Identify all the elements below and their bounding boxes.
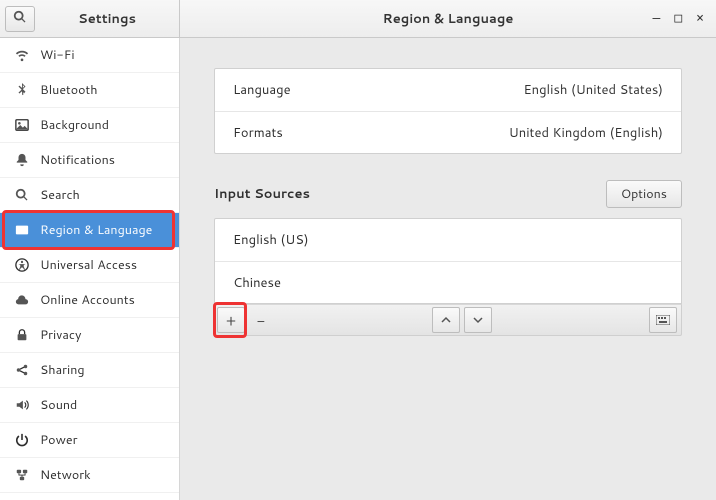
input-sources-toolbar: + −	[214, 304, 682, 336]
app-title: Settings	[35, 10, 179, 28]
add-input-source-button[interactable]: +	[217, 307, 245, 333]
wifi-icon	[14, 48, 30, 62]
sidebar-item-online-accounts[interactable]: Online Accounts	[0, 283, 179, 318]
formats-label: Formats	[233, 124, 283, 142]
sidebar-item-label: Power	[40, 431, 77, 449]
headerbar: Settings Region & Language – □ ×	[0, 0, 716, 38]
sidebar-item-label: Universal Access	[40, 256, 137, 274]
maximize-button[interactable]: □	[674, 11, 682, 26]
headerbar-left: Settings	[0, 0, 180, 37]
flag-icon	[14, 223, 30, 237]
sidebar-item-label: Search	[40, 186, 80, 204]
sidebar-item-label: Privacy	[40, 326, 81, 344]
network-icon	[14, 468, 30, 482]
input-sources-list: English (US)Chinese	[214, 218, 682, 304]
sidebar-item-label: Network	[40, 466, 91, 484]
input-sources-heading: Input Sources	[214, 185, 310, 203]
move-down-button[interactable]	[464, 307, 492, 333]
language-value: English (United States)	[523, 81, 663, 99]
sidebar-item-label: Online Accounts	[40, 291, 135, 309]
headerbar-right: Region & Language – □ ×	[180, 0, 716, 37]
share-icon	[14, 363, 30, 377]
sidebar-item-label: Wi-Fi	[40, 46, 75, 64]
sidebar-item-sharing[interactable]: Sharing	[0, 353, 179, 388]
sidebar-item-wi-fi[interactable]: Wi-Fi	[0, 38, 179, 73]
chevron-up-icon	[441, 315, 451, 325]
keyboard-layout-button[interactable]	[649, 307, 677, 333]
sound-icon	[14, 398, 30, 412]
language-label: Language	[233, 81, 291, 99]
accessibility-icon	[14, 258, 30, 272]
sidebar: Wi-Fi Bluetooth Background Notifications Sea…	[0, 38, 180, 500]
input-source-item[interactable]: Chinese	[215, 261, 681, 303]
chevron-down-icon	[473, 315, 483, 325]
sidebar-item-label: Region & Language	[40, 221, 152, 239]
panel-title: Region & Language	[180, 10, 716, 28]
row-language[interactable]: Language English (United States)	[215, 69, 681, 111]
sidebar-item-label: Notifications	[40, 151, 115, 169]
sidebar-item-privacy[interactable]: Privacy	[0, 318, 179, 353]
sidebar-item-label: Bluetooth	[40, 81, 98, 99]
keyboard-icon	[656, 315, 670, 325]
sidebar-item-label: Sharing	[40, 361, 85, 379]
sidebar-item-region-language[interactable]: Region & Language	[0, 213, 179, 248]
background-icon	[14, 118, 30, 132]
power-icon	[14, 433, 30, 447]
sidebar-item-bluetooth[interactable]: Bluetooth	[0, 73, 179, 108]
minimize-button[interactable]: –	[653, 11, 661, 26]
content: Language English (United States) Formats…	[180, 38, 716, 500]
options-button[interactable]: Options	[606, 180, 682, 208]
lock-icon	[14, 328, 30, 342]
sidebar-item-notifications[interactable]: Notifications	[0, 143, 179, 178]
remove-input-source-button[interactable]: −	[247, 307, 275, 333]
sidebar-item-label: Sound	[40, 396, 77, 414]
search-button[interactable]	[5, 6, 35, 32]
panel-language-formats: Language English (United States) Formats…	[214, 68, 682, 154]
search-icon	[13, 7, 27, 30]
section-header-input-sources: Input Sources Options	[214, 180, 682, 208]
bluetooth-icon	[14, 83, 30, 97]
sidebar-item-search[interactable]: Search	[0, 178, 179, 213]
sidebar-item-label: Background	[40, 116, 109, 134]
bell-icon	[14, 153, 30, 167]
sidebar-item-sound[interactable]: Sound	[0, 388, 179, 423]
cloud-icon	[14, 293, 30, 307]
search-icon	[14, 188, 30, 202]
sidebar-item-network[interactable]: Network	[0, 458, 179, 493]
sidebar-item-power[interactable]: Power	[0, 423, 179, 458]
move-up-button[interactable]	[432, 307, 460, 333]
row-formats[interactable]: Formats United Kingdom (English)	[215, 111, 681, 153]
window-controls: – □ ×	[653, 11, 704, 26]
formats-value: United Kingdom (English)	[509, 124, 663, 142]
sidebar-item-universal-access[interactable]: Universal Access	[0, 248, 179, 283]
sidebar-item-background[interactable]: Background	[0, 108, 179, 143]
close-button[interactable]: ×	[696, 11, 704, 26]
input-source-item[interactable]: English (US)	[215, 219, 681, 261]
